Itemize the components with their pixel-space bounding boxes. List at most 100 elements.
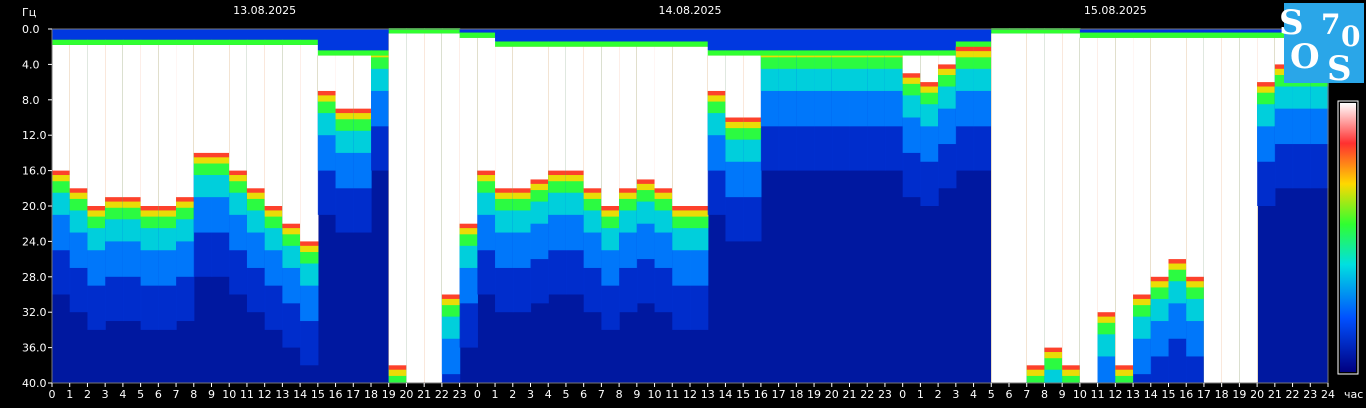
- spectrogram-column: [796, 29, 815, 171]
- x-tick-label: 19: [1232, 388, 1246, 401]
- spectrogram-column: [1009, 28, 1028, 384]
- x-tick-label: 10: [1073, 388, 1087, 401]
- x-tick-label: 7: [173, 388, 180, 401]
- color-scale-bar: [1337, 100, 1359, 375]
- x-tick-label: 14: [718, 388, 732, 401]
- x-tick-label: 20: [399, 388, 413, 401]
- x-tick-label: 0: [474, 388, 481, 401]
- x-tick-label: 16: [754, 388, 768, 401]
- spectrogram-column: [353, 29, 372, 233]
- x-tick-label: 3: [102, 388, 109, 401]
- x-tick-label: 1: [492, 388, 499, 401]
- spectrogram-column: [246, 29, 266, 313]
- spectrogram-column: [902, 29, 921, 198]
- x-tick-label: 18: [1215, 388, 1229, 401]
- x-tick-label: 8: [190, 388, 197, 401]
- spectrogram-column: [512, 29, 532, 313]
- x-tick-label: 5: [137, 388, 144, 401]
- logo-letter-o: O: [1290, 37, 1320, 77]
- x-tick-label: 11: [665, 388, 679, 401]
- x-tick-label: 23: [1303, 388, 1317, 401]
- spectrogram-column: [707, 29, 727, 215]
- spectrogram-column: [264, 29, 283, 330]
- x-axis: 0 1 2 3 4 5 6 7 8 9 10 11 12 13 14 15 16 17 18 19 20 21 22 23 0 1…: [49, 383, 1335, 401]
- x-tick-label: 4: [119, 388, 126, 401]
- spectrogram-column: [849, 29, 868, 171]
- x-tick-label: 4: [970, 388, 977, 401]
- x-tick-label: 18: [789, 388, 803, 401]
- spectrogram-column: [211, 29, 230, 277]
- spectrogram-column: [619, 29, 638, 313]
- x-tick-label: 16: [329, 388, 343, 401]
- x-tick-label: 8: [616, 388, 623, 401]
- spectrogram-column: [672, 29, 691, 330]
- spectrogram-column: [955, 29, 975, 171]
- x-tick-label: 22: [435, 388, 449, 401]
- x-tick-label: 21: [1268, 388, 1282, 401]
- spectrogram-column: [229, 29, 248, 295]
- spectrogram-column: [1133, 29, 1152, 383]
- x-tick-label: 17: [346, 388, 360, 401]
- x-tick-label: 0: [49, 388, 56, 401]
- spectrogram-column: [601, 29, 620, 330]
- spectrogram-column: [317, 29, 337, 215]
- spectrogram-column: [760, 29, 780, 171]
- x-tick-label: 20: [825, 388, 839, 401]
- x-tick-label: 22: [1286, 388, 1300, 401]
- x-tick-label: 4: [545, 388, 552, 401]
- spectrogram-column: [69, 29, 89, 313]
- spectrogram-column: [938, 29, 957, 189]
- spectrogram-column: [424, 28, 443, 384]
- spectrogram-column: [1044, 28, 1063, 384]
- spectrogram-column: [725, 29, 744, 242]
- y-tick-label: 40.0: [22, 377, 47, 390]
- x-tick-label: 19: [807, 388, 821, 401]
- x-tick-label: 18: [364, 388, 378, 401]
- x-tick-label: 1: [917, 388, 924, 401]
- x-tick-label: 7: [1023, 388, 1030, 401]
- x-tick-label: 19: [382, 388, 396, 401]
- x-tick-label: 15: [1162, 388, 1176, 401]
- x-tick-label: 8: [1041, 388, 1048, 401]
- schumann-spectrogram: 0.0 4.0 8.0 12.0 16.0 20.0 24.0 28.0 32.0 36.0 40.…: [22, 3, 1364, 401]
- spectrogram-column: [743, 29, 762, 242]
- x-axis-label: час: [1344, 388, 1363, 401]
- y-tick-label: 32.0: [22, 306, 47, 319]
- spectrogram-column: [1239, 29, 1258, 383]
- x-tick-label: 16: [1179, 388, 1193, 401]
- spectrogram-column: [831, 29, 851, 171]
- spectrogram-column: [1168, 29, 1187, 383]
- y-tick-label: 28.0: [22, 271, 47, 284]
- spectrogram-column: [1079, 29, 1099, 383]
- spectrogram-column: [636, 29, 656, 304]
- spectrogram-column: [495, 29, 514, 313]
- x-tick-label: 11: [240, 388, 254, 401]
- y-tick-label: 12.0: [22, 129, 47, 142]
- spectrogram-column: [654, 29, 673, 313]
- spectrogram-column: [814, 29, 833, 171]
- spectrogram-column: [867, 29, 886, 171]
- spectrogram-column: [300, 29, 319, 366]
- x-tick-label: 0: [899, 388, 906, 401]
- spectrogram-column: [530, 29, 549, 304]
- spectrogram-column: [1115, 29, 1134, 383]
- x-tick-label: 15: [311, 388, 325, 401]
- x-tick-label: 24: [1321, 388, 1335, 401]
- spectrogram-column: [371, 29, 390, 171]
- x-tick-label: 10: [648, 388, 662, 401]
- spectrogram-column: [1097, 29, 1116, 383]
- spectrogram-column: [884, 29, 904, 171]
- logo-letter-s2: S: [1327, 49, 1352, 89]
- spectrogram-column: [52, 29, 71, 295]
- x-tick-label: 14: [1144, 388, 1158, 401]
- x-tick-label: 3: [527, 388, 534, 401]
- x-tick-label: 6: [580, 388, 587, 401]
- spectrogram-column: [459, 29, 478, 348]
- x-tick-label: 6: [1006, 388, 1013, 401]
- y-tick-label: 0.0: [22, 23, 40, 36]
- spectrogram-column: [1221, 29, 1240, 383]
- x-tick-label: 20: [1250, 388, 1264, 401]
- spectrogram-column: [1150, 29, 1170, 383]
- spectrogram-column: [920, 29, 939, 206]
- y-tick-label: 20.0: [22, 200, 47, 213]
